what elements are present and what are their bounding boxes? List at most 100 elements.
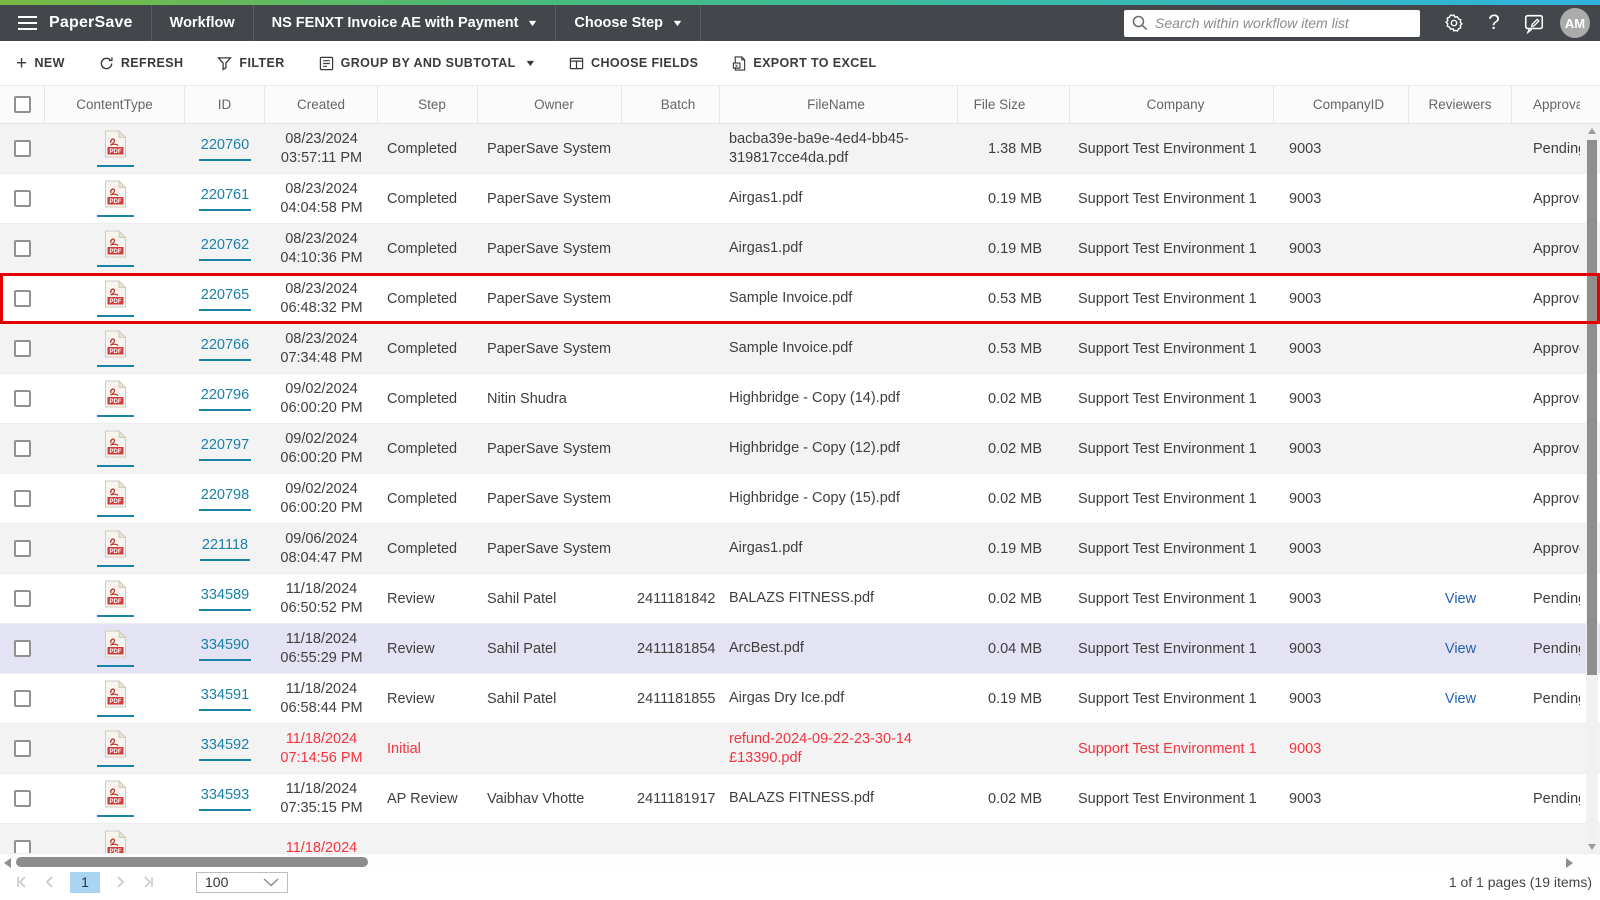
refresh-button[interactable]: REFRESH	[99, 56, 184, 71]
row-checkbox[interactable]	[14, 740, 31, 757]
horizontal-scrollbar-thumb[interactable]	[16, 857, 368, 867]
table-row[interactable]: PDF 220797 09/02/2024 06:00:20 PM Completed P…	[0, 424, 1600, 474]
pdf-document-link[interactable]: PDF	[96, 679, 134, 717]
table-row[interactable]: PDF 11/18/2024	[0, 824, 1600, 853]
search-input[interactable]	[1148, 15, 1412, 31]
column-header-companyid[interactable]: CompanyID	[1274, 86, 1409, 123]
row-checkbox[interactable]	[14, 390, 31, 407]
reviewers-view-link[interactable]: View	[1445, 591, 1476, 607]
row-checkbox[interactable]	[14, 790, 31, 807]
column-header-reviewers[interactable]: Reviewers	[1409, 86, 1512, 123]
column-header-approvalstatus[interactable]: ApprovalStatus	[1512, 86, 1600, 123]
filter-button[interactable]: FILTER	[217, 56, 284, 71]
workflow-selector[interactable]: NS FENXT Invoice AE with Payment ▼	[254, 5, 557, 41]
table-row[interactable]: PDF 220798 09/02/2024 06:00:20 PM Completed P…	[0, 474, 1600, 524]
current-page-button[interactable]: 1	[70, 871, 100, 893]
row-checkbox[interactable]	[14, 190, 31, 207]
scroll-up-arrow-icon[interactable]	[1588, 128, 1596, 134]
table-row[interactable]: PDF 220761 08/23/2024 04:04:58 PM Completed P…	[0, 174, 1600, 224]
table-row[interactable]: PDF 220766 08/23/2024 07:34:48 PM Completed P…	[0, 324, 1600, 374]
first-page-button[interactable]	[8, 871, 36, 893]
row-checkbox[interactable]	[14, 640, 31, 657]
row-checkbox[interactable]	[14, 340, 31, 357]
vertical-scrollbar[interactable]	[1586, 124, 1598, 853]
row-checkbox[interactable]	[14, 490, 31, 507]
row-checkbox[interactable]	[14, 840, 31, 853]
row-checkbox[interactable]	[14, 590, 31, 607]
choose-step-selector[interactable]: Choose Step ▼	[556, 5, 701, 41]
column-header-step[interactable]: Step	[378, 86, 478, 123]
row-checkbox[interactable]	[14, 540, 31, 557]
vertical-scrollbar-thumb[interactable]	[1587, 140, 1597, 675]
item-id-link[interactable]: 334593	[198, 787, 252, 811]
export-to-excel-button[interactable]: x EXPORT TO EXCEL	[732, 55, 876, 71]
pdf-document-link[interactable]: PDF	[96, 329, 134, 367]
horizontal-scrollbar[interactable]	[0, 853, 1600, 870]
column-header-filename[interactable]: FileName	[720, 86, 958, 123]
item-id-link[interactable]: 220766	[198, 337, 252, 361]
feedback-icon[interactable]	[1514, 12, 1554, 34]
item-id-link[interactable]: 334591	[198, 687, 252, 711]
item-id-link[interactable]: 220765	[198, 287, 252, 311]
pdf-document-link[interactable]: PDF	[96, 179, 134, 217]
help-icon[interactable]: ?	[1474, 11, 1514, 35]
pdf-document-link[interactable]: PDF	[96, 429, 134, 467]
user-avatar[interactable]: AM	[1560, 8, 1590, 38]
table-row[interactable]: PDF 334590 11/18/2024 06:55:29 PM Review Sahi…	[0, 624, 1600, 674]
item-id-link[interactable]: 220762	[198, 237, 252, 261]
table-row[interactable]: PDF 334593 11/18/2024 07:35:15 PM AP Review V…	[0, 774, 1600, 824]
row-checkbox[interactable]	[14, 690, 31, 707]
choose-fields-button[interactable]: CHOOSE FIELDS	[569, 56, 698, 71]
scroll-down-arrow-icon[interactable]	[1588, 844, 1596, 850]
pdf-document-link[interactable]: PDF	[96, 379, 134, 417]
pdf-document-link[interactable]: PDF	[96, 729, 134, 767]
scroll-left-arrow-icon[interactable]	[4, 858, 11, 868]
row-checkbox[interactable]	[14, 240, 31, 257]
pdf-document-link[interactable]: PDF	[96, 479, 134, 517]
scroll-right-arrow-icon[interactable]	[1566, 858, 1573, 868]
column-header-batch[interactable]: Batch	[622, 86, 720, 123]
pdf-document-link[interactable]: PDF	[97, 829, 134, 853]
item-id-link[interactable]: 220796	[198, 387, 252, 411]
item-id-link[interactable]: 220760	[198, 137, 252, 161]
menu-icon[interactable]	[18, 12, 37, 34]
pdf-document-link[interactable]: PDF	[96, 529, 134, 567]
table-row[interactable]: PDF 334589 11/18/2024 06:50:52 PM Review Sahi…	[0, 574, 1600, 624]
item-id-link[interactable]: 220798	[198, 487, 252, 511]
last-page-button[interactable]	[134, 871, 162, 893]
reviewers-view-link[interactable]: View	[1445, 691, 1476, 707]
pdf-document-link[interactable]: PDF	[96, 279, 134, 317]
pdf-document-link[interactable]: PDF	[96, 579, 134, 617]
table-row[interactable]: PDF 220762 08/23/2024 04:10:36 PM Completed P…	[0, 224, 1600, 274]
table-row[interactable]: PDF 334592 11/18/2024 07:14:56 PM Initial ref…	[0, 724, 1600, 774]
reviewers-view-link[interactable]: View	[1445, 641, 1476, 657]
column-header-id[interactable]: ID	[185, 86, 265, 123]
column-header-company[interactable]: Company	[1070, 86, 1274, 123]
row-checkbox[interactable]	[14, 140, 31, 157]
column-header-owner[interactable]: Owner	[478, 86, 622, 123]
pdf-document-link[interactable]: PDF	[96, 129, 134, 167]
group-by-button[interactable]: GROUP BY AND SUBTOTAL ▼	[319, 56, 536, 71]
table-row[interactable]: PDF 221118 09/06/2024 08:04:47 PM Completed P…	[0, 524, 1600, 574]
item-id-link[interactable]: 334589	[198, 587, 252, 611]
item-id-link[interactable]: 334592	[198, 737, 252, 761]
pdf-document-link[interactable]: PDF	[96, 229, 134, 267]
nav-workflow[interactable]: Workflow	[152, 5, 254, 41]
pdf-document-link[interactable]: PDF	[96, 629, 134, 667]
table-row[interactable]: PDF 220760 08/23/2024 03:57:11 PM Completed P…	[0, 124, 1600, 174]
item-id-link[interactable]: 220761	[198, 187, 252, 211]
column-header-contenttype[interactable]: ContentType	[45, 86, 185, 123]
table-row[interactable]: PDF 220765 08/23/2024 06:48:32 PM Completed P…	[0, 274, 1600, 324]
new-button[interactable]: + NEW	[16, 54, 65, 73]
item-id-link[interactable]: 220797	[198, 437, 252, 461]
table-row[interactable]: PDF 220796 09/02/2024 06:00:20 PM Completed N…	[0, 374, 1600, 424]
item-id-link[interactable]: 334590	[198, 637, 252, 661]
column-header-created[interactable]: Created	[265, 86, 378, 123]
next-page-button[interactable]	[106, 871, 134, 893]
page-size-select[interactable]: 100	[196, 871, 288, 893]
row-checkbox[interactable]	[14, 290, 31, 307]
settings-gear-icon[interactable]	[1434, 13, 1474, 33]
pdf-document-link[interactable]: PDF	[96, 779, 134, 817]
row-checkbox[interactable]	[14, 440, 31, 457]
table-row[interactable]: PDF 334591 11/18/2024 06:58:44 PM Review Sahi…	[0, 674, 1600, 724]
